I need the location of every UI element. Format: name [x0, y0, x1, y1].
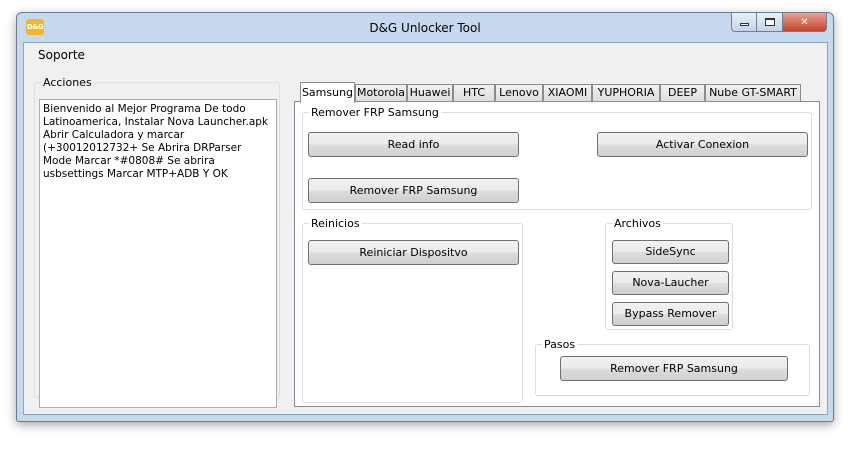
tab-nube-gt-smart[interactable]: Nube GT-SMART	[705, 84, 801, 102]
tab-huawei[interactable]: Huawei	[407, 84, 453, 102]
tab-xiaomi[interactable]: XIAOMI	[543, 84, 592, 102]
acciones-legend: Acciones	[43, 76, 92, 89]
minimize-icon	[739, 23, 749, 26]
window-title: D&G Unlocker Tool	[369, 21, 481, 35]
tab-yuphoria[interactable]: YUPHORIA	[592, 84, 660, 102]
menu-soporte[interactable]: Soporte	[38, 48, 85, 62]
reinicios-group: Reinicios Reiniciar Dispositvo	[302, 217, 523, 403]
close-icon: ✕	[800, 16, 809, 28]
nova-launcher-button[interactable]: Nova-Laucher	[612, 271, 729, 295]
read-info-button[interactable]: Read info	[308, 132, 519, 157]
activar-conexion-button[interactable]: Activar Conexion	[597, 132, 808, 157]
title-bar[interactable]: D&G D&G Unlocker Tool ✕	[17, 13, 833, 42]
remover-frp-legend: Remover FRP Samsung	[311, 106, 439, 119]
acciones-group: Acciones Bienvenido al Mejor Programa De…	[34, 76, 280, 408]
acciones-textbox[interactable]: Bienvenido al Mejor Programa De todo Lat…	[39, 99, 277, 408]
close-button[interactable]: ✕	[783, 13, 827, 32]
bypass-remover-button[interactable]: Bypass Remover	[612, 302, 729, 326]
caption-buttons: ✕	[731, 13, 827, 33]
sidesync-button[interactable]: SideSync	[612, 240, 729, 264]
tab-deep[interactable]: DEEP	[660, 84, 705, 102]
tab-htc[interactable]: HTC	[453, 84, 495, 102]
maximize-button[interactable]	[757, 13, 783, 32]
client-area: Soporte Acciones Bienvenido al Mejor Pro…	[23, 42, 828, 415]
app-window: D&G D&G Unlocker Tool ✕ Soporte Acciones…	[16, 12, 834, 422]
samsung-tab-panel: Remover FRP Samsung Read info Activar Co…	[294, 101, 820, 407]
remover-frp-group: Remover FRP Samsung Read info Activar Co…	[302, 106, 812, 210]
minimize-button[interactable]	[731, 13, 757, 32]
tab-motorola[interactable]: Motorola	[355, 84, 407, 102]
menu-bar: Soporte	[24, 43, 827, 65]
tab-lenovo[interactable]: Lenovo	[495, 84, 543, 102]
pasos-remover-frp-button[interactable]: Remover FRP Samsung	[560, 356, 788, 381]
remover-frp-button[interactable]: Remover FRP Samsung	[308, 178, 519, 203]
pasos-group: Pasos Remover FRP Samsung	[535, 338, 810, 396]
archivos-group: Archivos SideSync Nova-Laucher Bypass Re…	[605, 217, 733, 330]
reinicios-legend: Reinicios	[311, 217, 360, 230]
maximize-icon	[764, 18, 775, 26]
pasos-legend: Pasos	[544, 338, 576, 351]
tab-samsung[interactable]: Samsung	[300, 82, 355, 103]
reiniciar-dispositivo-button[interactable]: Reiniciar Dispositvo	[308, 240, 519, 265]
archivos-legend: Archivos	[614, 217, 661, 230]
